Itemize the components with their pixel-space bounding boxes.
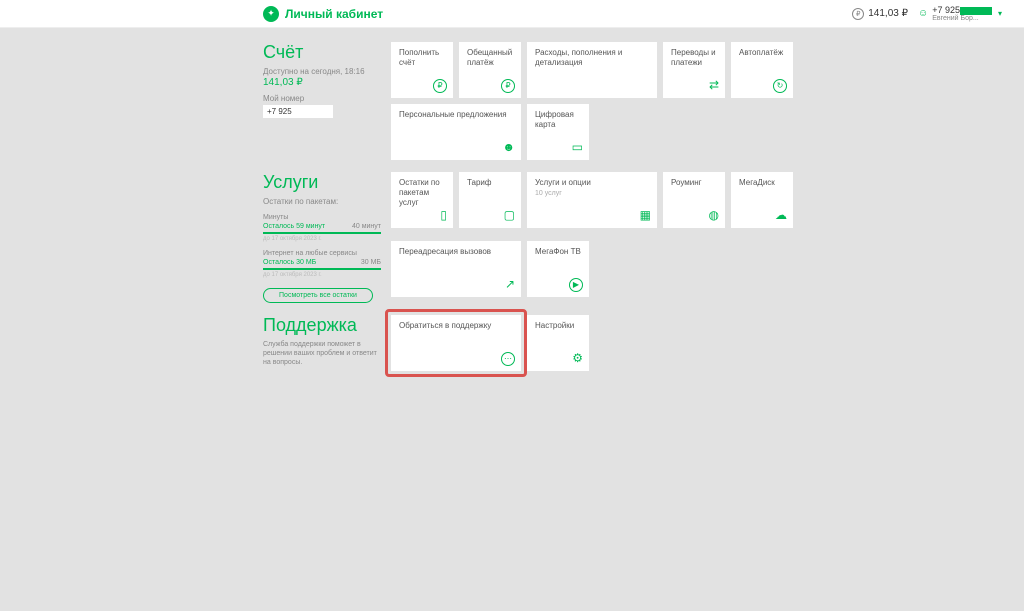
packet-minutes-label: Минуты [263, 214, 381, 221]
account-balance: 141,03 ₽ [263, 77, 381, 88]
card-label: МегаФон ТВ [535, 247, 581, 256]
header-balance[interactable]: ₽ 141,03 ₽ [852, 8, 908, 20]
card-autopay[interactable]: Автоплатёж ↻ [731, 42, 793, 98]
card-label: Пополнить счёт [399, 48, 439, 67]
packet-minutes: Минуты Осталось 59 минут 40 минут до 17 … [263, 214, 381, 242]
card-label: Переадресация вызовов [399, 247, 491, 256]
card-label: Обещанный платёж [467, 48, 512, 67]
card-roaming[interactable]: Роуминг ◍ [663, 172, 725, 228]
card-label: Автоплатёж [739, 48, 783, 57]
user-name: Евгений Бор... [932, 15, 992, 22]
card-settings[interactable]: Настройки ⚙ [527, 315, 589, 371]
card-options[interactable]: Услуги и опции 10 услуг ▦ [527, 172, 657, 228]
card-label: Переводы и платежи [671, 48, 716, 67]
packet-internet: Интернет на любые сервисы Осталось 30 МБ… [263, 250, 381, 278]
section-support: Поддержка Служба поддержки поможет в реш… [0, 315, 1024, 371]
packet-minutes-right: 40 минут [352, 223, 381, 230]
card-expenses[interactable]: Расходы, пополнения и детализация [527, 42, 657, 98]
packet-internet-left: Осталось 30 МБ [263, 259, 316, 266]
packet-minutes-left: Осталось 59 минут [263, 223, 325, 230]
card-remainders[interactable]: Остатки по пакетам услуг ▯ [391, 172, 453, 228]
card-transfers[interactable]: Переводы и платежи ⇄ [663, 42, 725, 98]
card-topup[interactable]: Пополнить счёт ₽ [391, 42, 453, 98]
card-digital-card[interactable]: Цифровая карта ▭ [527, 104, 589, 160]
gear-icon: ⚙ [572, 351, 583, 366]
section-services: Услуги Остатки по пакетам: Минуты Остало… [0, 172, 1024, 303]
card-label: Роуминг [671, 178, 702, 187]
packet-minutes-note: до 17 октября 2023 г. [263, 236, 381, 242]
logo-icon: ✦ [263, 6, 279, 22]
phone-forward-icon: ↗ [505, 277, 515, 292]
topbar: ✦ Личный кабинет ₽ 141,03 ₽ ☺ +7 925 Евг… [0, 0, 1024, 28]
globe-icon: ◍ [709, 208, 719, 223]
chevron-down-icon: ▾ [998, 9, 1002, 18]
autopay-icon: ↻ [773, 79, 787, 93]
card-megafon-tv[interactable]: МегаФон ТВ ▶ [527, 241, 589, 297]
cloud-icon: ☁ [775, 208, 787, 223]
support-description: Служба поддержки поможет в решении ваших… [263, 340, 383, 367]
card-offers[interactable]: Персональные предложения ☻ [391, 104, 521, 160]
card-label: Услуги и опции [535, 178, 591, 187]
packet-internet-right: 30 МБ [361, 259, 381, 266]
card-contact-support[interactable]: Обратиться в поддержку ⋯ [391, 315, 521, 371]
support-title: Поддержка [263, 315, 381, 336]
ruble-icon: ₽ [852, 8, 864, 20]
transfer-icon: ⇄ [709, 78, 719, 93]
packet-internet-label: Интернет на любые сервисы [263, 250, 381, 257]
page-content: Счёт Доступно на сегодня, 18:16 141,03 ₽… [0, 28, 1024, 371]
header-balance-value: 141,03 ₽ [868, 8, 908, 19]
card-icon: ▭ [572, 140, 583, 155]
card-forwarding[interactable]: Переадресация вызовов ↗ [391, 241, 521, 297]
ruble-icon: ₽ [433, 79, 447, 93]
card-promised-payment[interactable]: Обещанный платёж ₽ [459, 42, 521, 98]
account-available-label: Доступно на сегодня, 18:16 [263, 67, 381, 76]
sim-icon: ▢ [504, 208, 515, 223]
card-label: Обратиться в поддержку [399, 321, 491, 330]
services-remainders-label: Остатки по пакетам: [263, 197, 381, 206]
user-phone: +7 925 [932, 5, 992, 15]
card-label: Остатки по пакетам услуг [399, 178, 440, 207]
user-menu[interactable]: ☺ +7 925 Евгений Бор... ▾ [918, 5, 1012, 22]
promised-icon: ₽ [501, 79, 515, 93]
offers-icon: ☻ [502, 140, 515, 155]
account-title: Счёт [263, 42, 381, 63]
card-label: Расходы, пополнения и детализация [535, 48, 622, 67]
packet-internet-note: до 17 октября 2023 г. [263, 272, 381, 278]
user-icon: ☺ [918, 8, 928, 19]
card-label: Персональные предложения [399, 110, 507, 119]
brand-title: Личный кабинет [285, 7, 383, 21]
phone-mask [960, 7, 992, 15]
section-account: Счёт Доступно на сегодня, 18:16 141,03 ₽… [0, 42, 1024, 160]
services-title: Услуги [263, 172, 381, 193]
chat-icon: ⋯ [501, 352, 515, 366]
highlight-annotation: Обратиться в поддержку ⋯ [391, 315, 521, 371]
packet-internet-bar [263, 268, 381, 270]
my-number-value: +7 925 [263, 105, 333, 118]
battery-icon: ▯ [440, 208, 447, 223]
card-label: Цифровая карта [535, 110, 574, 129]
brand-logo[interactable]: ✦ Личный кабинет [263, 6, 383, 22]
grid-icon: ▦ [640, 208, 651, 223]
card-megadisk[interactable]: МегаДиск ☁ [731, 172, 793, 228]
packet-minutes-bar [263, 232, 381, 234]
card-tariff[interactable]: Тариф ▢ [459, 172, 521, 228]
card-options-count: 10 услуг [535, 190, 649, 199]
card-label: МегаДиск [739, 178, 775, 187]
view-all-remainders-button[interactable]: Посмотреть все остатки [263, 288, 373, 303]
my-number-label: Мой номер [263, 94, 381, 103]
play-icon: ▶ [569, 278, 583, 292]
card-label: Настройки [535, 321, 574, 330]
card-label: Тариф [467, 178, 491, 187]
